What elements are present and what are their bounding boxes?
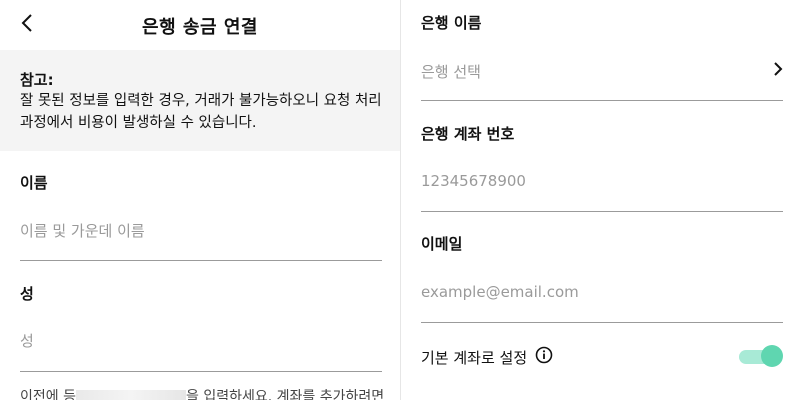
- first-name-input[interactable]: [20, 216, 382, 246]
- helper-text-end: 을 입력하세요. 계좌를 추가하려면: [185, 389, 385, 400]
- bank-select-underline: [421, 100, 783, 101]
- last-name-label: 성: [20, 285, 34, 303]
- notice-text: 잘 못된 정보를 입력한 경우, 거래가 불가능하오니 요청 처리 과정에서 비…: [20, 93, 382, 131]
- helper-text-start: 이전에 등: [20, 389, 76, 400]
- right-pane: 은행 이름 은행 선택 은행 계좌 번호 이메일 기본 계좌로 설정: [400, 0, 800, 400]
- left-pane: 은행 송금 연결 참고: 잘 못된 정보를 입력한 경우, 거래가 불가능하오니…: [0, 0, 400, 400]
- account-number-underline: [421, 211, 783, 212]
- first-name-label: 이름: [20, 174, 48, 192]
- default-account-label: 기본 계좌로 설정: [421, 349, 528, 367]
- email-label: 이메일: [421, 235, 463, 253]
- chevron-right-icon: [773, 61, 783, 81]
- first-name-underline: [20, 260, 382, 261]
- header: 은행 송금 연결: [0, 0, 400, 50]
- bank-select[interactable]: 은행 선택: [421, 55, 783, 87]
- email-underline: [421, 322, 783, 323]
- redacted-block: [75, 390, 186, 400]
- last-name-underline: [20, 371, 382, 372]
- helper-text: 이전에 등 을 입력하세요. 계좌를 추가하려면: [20, 386, 384, 400]
- toggle-knob: [761, 345, 783, 367]
- info-icon[interactable]: [535, 346, 553, 368]
- page-title: 은행 송금 연결: [142, 17, 258, 38]
- last-name-input[interactable]: [20, 326, 382, 356]
- account-number-input[interactable]: [421, 166, 763, 196]
- notice-label: 참고:: [20, 71, 54, 89]
- default-account-row: 기본 계좌로 설정: [421, 342, 783, 372]
- account-number-label: 은행 계좌 번호: [421, 125, 515, 143]
- bank-select-placeholder: 은행 선택: [421, 63, 481, 81]
- notice-box: 참고: 잘 못된 정보를 입력한 경우, 거래가 불가능하오니 요청 처리 과정…: [0, 50, 400, 151]
- bank-name-label: 은행 이름: [421, 14, 482, 32]
- email-input[interactable]: [421, 277, 763, 307]
- default-account-toggle[interactable]: [739, 344, 783, 368]
